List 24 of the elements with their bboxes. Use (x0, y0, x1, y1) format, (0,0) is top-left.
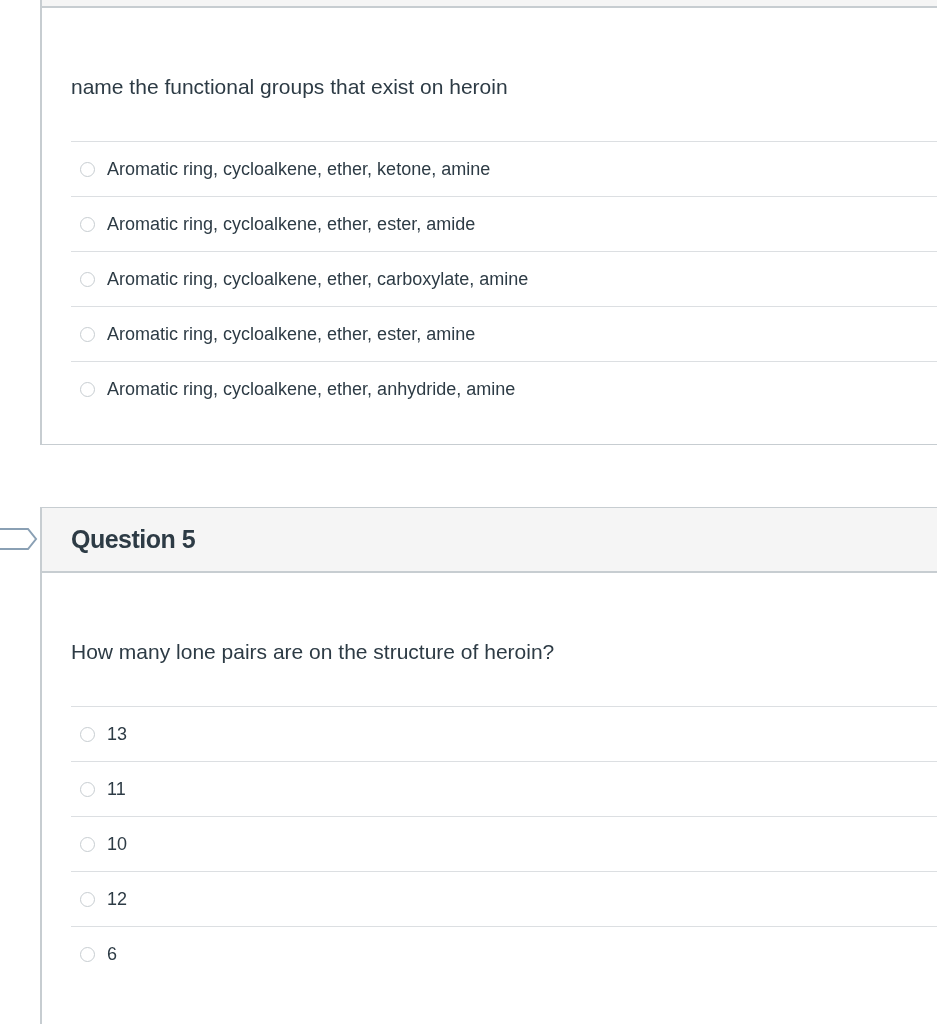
radio-button[interactable] (80, 271, 95, 287)
answer-option[interactable]: 10 (71, 816, 937, 871)
answer-option[interactable]: 13 (71, 706, 937, 761)
radio-button[interactable] (80, 381, 95, 397)
radio-button[interactable] (80, 216, 95, 232)
answer-option[interactable]: Aromatic ring, cycloalkene, ether, ketone, amine (71, 141, 937, 196)
answer-option[interactable]: 12 (71, 871, 937, 926)
answer-option[interactable]: Aromatic ring, cycloalkene, ether, ester, amine (71, 306, 937, 361)
answer-option[interactable]: Aromatic ring, cycloalkene, ether, ester, amide (71, 196, 937, 251)
radio-button[interactable] (80, 946, 95, 962)
radio-button[interactable] (80, 326, 95, 342)
radio-button[interactable] (80, 781, 95, 797)
radio-button[interactable] (80, 891, 95, 907)
radio-button[interactable] (80, 161, 95, 177)
question-text: How many lone pairs are on the structure of heroin? (71, 639, 556, 665)
answer-option[interactable]: 11 (71, 761, 937, 816)
answer-option[interactable]: Aromatic ring, cycloalkene, ether, carboxylate, amine (71, 251, 937, 306)
question-text: name the functional groups that exist on heroin (71, 74, 509, 100)
flag-icon[interactable] (0, 527, 40, 551)
answer-option[interactable]: Aromatic ring, cycloalkene, ether, anhydride, amine (71, 361, 937, 416)
answer-option[interactable]: 6 (71, 926, 937, 981)
question-title: Question 5 (71, 525, 196, 554)
radio-button[interactable] (80, 726, 95, 742)
radio-button[interactable] (80, 836, 95, 852)
